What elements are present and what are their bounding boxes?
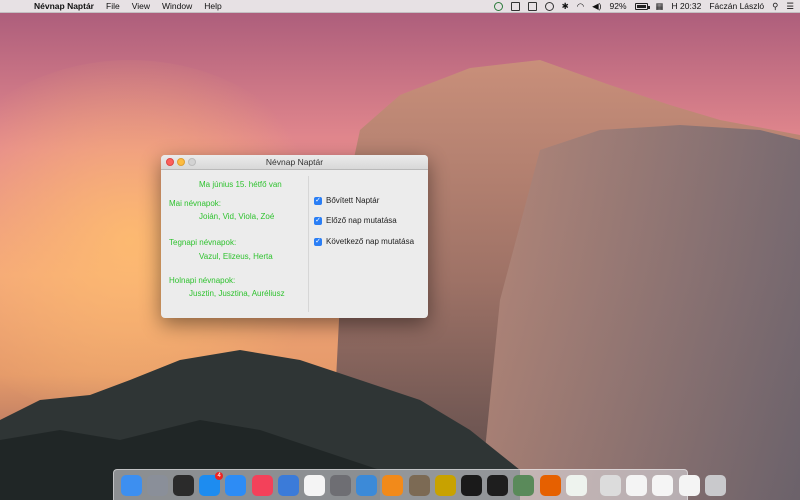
- extended-calendar-checkbox[interactable]: ✓ Bővített Naptár: [314, 196, 379, 205]
- network-icon[interactable]: [513, 474, 535, 496]
- panel-divider: [308, 176, 309, 312]
- mission-control-icon[interactable]: [172, 474, 194, 496]
- yesterday-names: Vazul, Elizeus, Herta: [199, 252, 273, 261]
- photos-icon[interactable]: [303, 474, 325, 496]
- xcode-icon[interactable]: [277, 474, 299, 496]
- extended-calendar-label: Bővített Naptár: [326, 196, 380, 205]
- activity-monitor-icon[interactable]: [487, 474, 509, 496]
- menu-app-name[interactable]: Névnap Naptár: [28, 0, 100, 12]
- menu-window[interactable]: Window: [156, 0, 198, 12]
- notes-icon[interactable]: [626, 474, 648, 496]
- input-source-icon[interactable]: ▦: [656, 0, 664, 12]
- airplay-icon[interactable]: [527, 1, 537, 11]
- bluetooth-icon[interactable]: ✱: [562, 0, 569, 12]
- menu-file[interactable]: File: [100, 0, 126, 12]
- sync-status-icon[interactable]: [493, 1, 503, 11]
- status-area: ✱ ◠ ◀) 92% ▦ H 20:32 Fáczán László ⚲ ☰: [486, 0, 800, 12]
- wifi-icon[interactable]: ◠: [577, 0, 584, 12]
- folder-icon[interactable]: [678, 474, 700, 496]
- today-names: Joián, Vid, Viola, Zoé: [199, 212, 275, 221]
- yesterday-label: Tegnapi névnapok:: [169, 238, 237, 247]
- time-machine-icon[interactable]: [544, 1, 554, 11]
- itunes-icon[interactable]: [251, 474, 273, 496]
- document-icon[interactable]: [652, 474, 674, 496]
- window-content: Ma június 15. hétfő van Mai névnapok: Jo…: [161, 170, 428, 318]
- safari-icon[interactable]: [225, 474, 247, 496]
- volume-icon[interactable]: ◀): [592, 0, 601, 12]
- checkmark-icon: ✓: [314, 216, 322, 225]
- terminal-icon[interactable]: [461, 474, 483, 496]
- app-store-icon[interactable]: 4: [199, 471, 224, 496]
- checkmark-icon: ✓: [314, 196, 322, 205]
- tomorrow-label: Holnapi névnapok:: [169, 276, 236, 285]
- window-titlebar[interactable]: Névnap Naptár: [161, 155, 428, 170]
- preview-icon[interactable]: [599, 474, 621, 496]
- vlc-icon[interactable]: [382, 474, 404, 496]
- finder-icon[interactable]: [120, 474, 142, 496]
- nevnap-window: Névnap Naptár Ma június 15. hétfő van Ma…: [161, 155, 428, 318]
- launchpad-icon[interactable]: [146, 474, 168, 496]
- menu-help[interactable]: Help: [198, 0, 227, 12]
- checkmark-icon: ✓: [314, 237, 322, 246]
- show-next-day-label: Következő nap mutatása: [326, 237, 415, 246]
- menu-view[interactable]: View: [126, 0, 156, 12]
- battery-percent[interactable]: 92%: [610, 0, 627, 12]
- dock: 4: [113, 469, 726, 500]
- app-store-badge: 4: [215, 471, 224, 480]
- dvd-player-icon[interactable]: [434, 474, 456, 496]
- menu-bar: Névnap Naptár File View Window Help ✱ ◠ …: [0, 0, 800, 13]
- menu-clock[interactable]: H 20:32: [672, 0, 702, 12]
- spotlight-icon[interactable]: ⚲: [772, 0, 778, 12]
- system-preferences-icon[interactable]: [330, 474, 352, 496]
- show-next-day-checkbox[interactable]: ✓ Következő nap mutatása: [314, 237, 414, 246]
- trash-icon[interactable]: [704, 474, 726, 496]
- show-previous-day-label: Előző nap mutatása: [326, 216, 397, 225]
- today-heading: Ma június 15. hétfő van: [199, 180, 282, 189]
- tomorrow-names: Jusztin, Jusztina, Auréliusz: [189, 289, 285, 298]
- screen-mirroring-icon[interactable]: [510, 1, 520, 11]
- window-title: Névnap Naptár: [265, 157, 324, 167]
- numbers-icon[interactable]: [565, 474, 587, 496]
- firefox-icon[interactable]: [539, 474, 561, 496]
- gimp-icon[interactable]: [408, 474, 430, 496]
- battery-icon[interactable]: [634, 2, 650, 10]
- onyx-icon[interactable]: [356, 474, 378, 496]
- today-label: Mai névnapok:: [169, 199, 222, 208]
- user-name[interactable]: Fáczán László: [709, 0, 764, 12]
- notification-center-icon[interactable]: ☰: [786, 0, 794, 12]
- show-previous-day-checkbox[interactable]: ✓ Előző nap mutatása: [314, 216, 397, 225]
